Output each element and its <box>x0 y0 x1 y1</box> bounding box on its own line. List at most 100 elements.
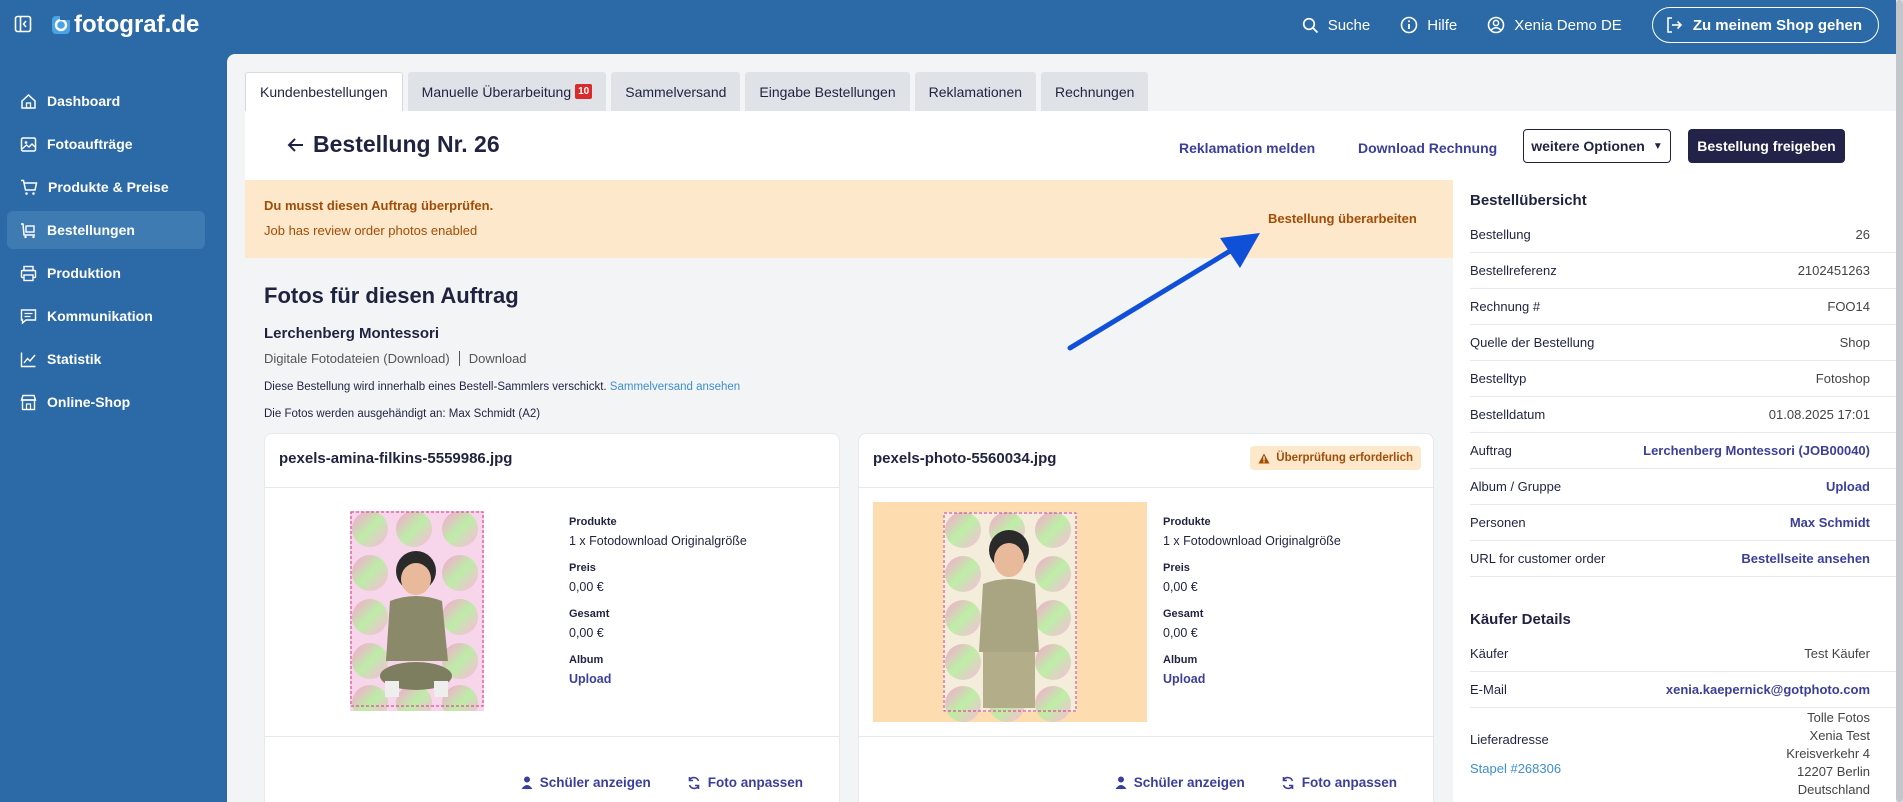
image-icon <box>20 136 37 152</box>
sidebar-item-dashboard[interactable]: Dashboard <box>7 82 205 120</box>
alert-subtitle: Job has review order photos enabled <box>264 223 478 238</box>
adjust-photo-label: Foto anpassen <box>1301 775 1397 790</box>
download-invoice-link[interactable]: Download Rechnung <box>1358 140 1497 156</box>
tab-manuelle-ueberarbeitung[interactable]: Manuelle Überarbeitung 10 <box>407 72 607 111</box>
price-value: 0,00 € <box>1163 580 1198 594</box>
sidebar-item-bestellungen[interactable]: Bestellungen <box>7 211 205 249</box>
tab-rechnungen[interactable]: Rechnungen <box>1041 72 1149 111</box>
top-bar: fotograf.de Suche Hilfe Xenia Demo DE Zu… <box>0 0 1903 50</box>
summary-row: Bestellung 26 <box>1470 217 1896 253</box>
product-type: Digitale Fotodateien (Download) <box>264 351 450 366</box>
products-label: Produkte <box>569 516 617 528</box>
back-to-orders[interactable]: Bestellung Nr. 26 <box>287 131 500 158</box>
album-label: Album <box>569 654 604 666</box>
email-row: E-Mail xenia.kaepernick@gotphoto.com <box>1470 672 1896 708</box>
scrollbar-thumb[interactable] <box>1896 0 1903 802</box>
sidebar-item-label: Dashboard <box>47 93 121 109</box>
sidebar: Dashboard Fotoaufträge Produkte & Preise… <box>0 82 226 426</box>
adjust-photo-button[interactable]: Foto anpassen <box>1281 775 1397 790</box>
show-student-button[interactable]: Schüler anzeigen <box>1115 775 1245 790</box>
review-required-label: Überprüfung erforderlich <box>1276 452 1413 464</box>
summary-key: Quelle der Bestellung <box>1470 335 1595 350</box>
album-link[interactable]: Upload <box>1163 672 1341 686</box>
report-complaint-link[interactable]: Reklamation melden <box>1179 140 1315 156</box>
release-order-button[interactable]: Bestellung freigeben <box>1688 129 1845 163</box>
sidebar-item-online-shop[interactable]: Online-Shop <box>7 383 205 421</box>
show-student-label: Schüler anzeigen <box>539 775 651 790</box>
summary-row: Quelle der Bestellung Shop <box>1470 325 1896 361</box>
photo-thumbnail[interactable] <box>873 502 1147 722</box>
tab-label: Rechnungen <box>1055 83 1135 100</box>
summary-row: Bestelldatum 01.08.2025 17:01 <box>1470 397 1896 433</box>
user-menu[interactable]: Xenia Demo DE <box>1487 16 1622 34</box>
order-page-link[interactable]: Bestellseite ansehen <box>1741 551 1870 566</box>
sidebar-item-label: Produktion <box>47 265 121 281</box>
edit-order-link[interactable]: Bestellung überarbeiten <box>1268 211 1417 226</box>
sidebar-item-kommunikation[interactable]: Kommunikation <box>7 297 205 335</box>
card-actions: Schüler anzeigen Foto anpassen <box>521 775 839 790</box>
help-label: Hilfe <box>1427 16 1458 34</box>
person-icon <box>1115 776 1127 789</box>
collector-link[interactable]: Sammelversand ansehen <box>610 381 740 393</box>
summary-row: Bestellreferenz 2102451263 <box>1470 253 1896 289</box>
order-content: Bestellung Nr. 26 Reklamation melden Dow… <box>245 111 1896 802</box>
tab-label: Manuelle Überarbeitung <box>421 83 572 100</box>
stack-link[interactable]: Stapel #268306 <box>1470 761 1561 776</box>
album-group-link[interactable]: Upload <box>1826 479 1870 494</box>
divider <box>859 736 1433 737</box>
summary-row: Album / Gruppe Upload <box>1470 469 1896 505</box>
sidebar-item-fotoauftraege[interactable]: Fotoaufträge <box>7 125 205 163</box>
logout-icon <box>1667 17 1682 33</box>
sidebar-item-label: Statistik <box>47 351 102 367</box>
brand-logo[interactable]: fotograf.de <box>51 11 199 39</box>
summary-key: Bestellreferenz <box>1470 263 1557 278</box>
summary-value: 2102451263 <box>1797 263 1870 278</box>
total-value: 0,00 € <box>569 626 604 640</box>
products-value: 1 x Fotodownload Originalgröße <box>1163 534 1341 548</box>
show-student-label: Schüler anzeigen <box>1133 775 1245 790</box>
show-student-button[interactable]: Schüler anzeigen <box>521 775 651 790</box>
arrow-left-icon <box>287 137 303 152</box>
sidebar-item-label: Fotoaufträge <box>47 136 133 152</box>
search-link[interactable]: Suche <box>1302 17 1370 34</box>
go-to-shop-button[interactable]: Zu meinem Shop gehen <box>1651 7 1879 43</box>
caret-down-icon: ▼ <box>1652 140 1663 152</box>
tab-sammelversand[interactable]: Sammelversand <box>611 72 741 111</box>
person-link[interactable]: Max Schmidt <box>1790 515 1870 530</box>
summary-row: Bestelltyp Fotoshop <box>1470 361 1896 397</box>
brand-name: fotograf.de <box>74 11 200 38</box>
email-key: E-Mail <box>1470 682 1507 697</box>
address-row: Lieferadresse Stapel #268306 Tolle Fotos… <box>1470 708 1896 800</box>
more-options-dropdown[interactable]: weitere Optionen ▼ <box>1523 129 1671 163</box>
buyer-value: Test Käufer <box>1804 646 1870 661</box>
sidebar-item-statistik[interactable]: Statistik <box>7 340 205 378</box>
photo-thumbnail[interactable] <box>350 511 484 711</box>
address-line: Xenia Test <box>1809 728 1870 743</box>
tab-kundenbestellungen[interactable]: Kundenbestellungen <box>245 72 403 111</box>
summary-key: Bestelldatum <box>1470 407 1546 422</box>
vertical-scrollbar[interactable] <box>1896 0 1903 802</box>
warning-icon <box>1258 453 1270 463</box>
help-link[interactable]: Hilfe <box>1400 16 1457 34</box>
tab-label: Eingabe Bestellungen <box>759 83 896 100</box>
job-link[interactable]: Lerchenberg Montessori (JOB00040) <box>1643 443 1870 458</box>
tab-eingabe-bestellungen[interactable]: Eingabe Bestellungen <box>745 72 910 111</box>
search-icon <box>1302 17 1318 33</box>
chart-icon <box>20 352 36 367</box>
sidebar-toggle-icon[interactable] <box>14 15 32 33</box>
summary-row: Rechnung # FOO14 <box>1470 289 1896 325</box>
products-value: 1 x Fotodownload Originalgröße <box>569 534 747 548</box>
user-name: Xenia Demo DE <box>1514 16 1622 34</box>
tab-reklamationen[interactable]: Reklamationen <box>914 72 1037 111</box>
sidebar-item-produkte[interactable]: Produkte & Preise <box>7 168 205 206</box>
price-label: Preis <box>569 562 596 574</box>
summary-key: URL for customer order <box>1470 551 1606 566</box>
divider <box>265 736 839 737</box>
album-link[interactable]: Upload <box>569 672 747 686</box>
email-link[interactable]: xenia.kaepernick@gotphoto.com <box>1666 682 1870 697</box>
adjust-photo-button[interactable]: Foto anpassen <box>687 775 803 790</box>
price-label: Preis <box>1163 562 1190 574</box>
summary-title: Bestellübersicht <box>1470 192 1587 209</box>
sidebar-item-produktion[interactable]: Produktion <box>7 254 205 292</box>
logo-icon <box>52 15 71 34</box>
